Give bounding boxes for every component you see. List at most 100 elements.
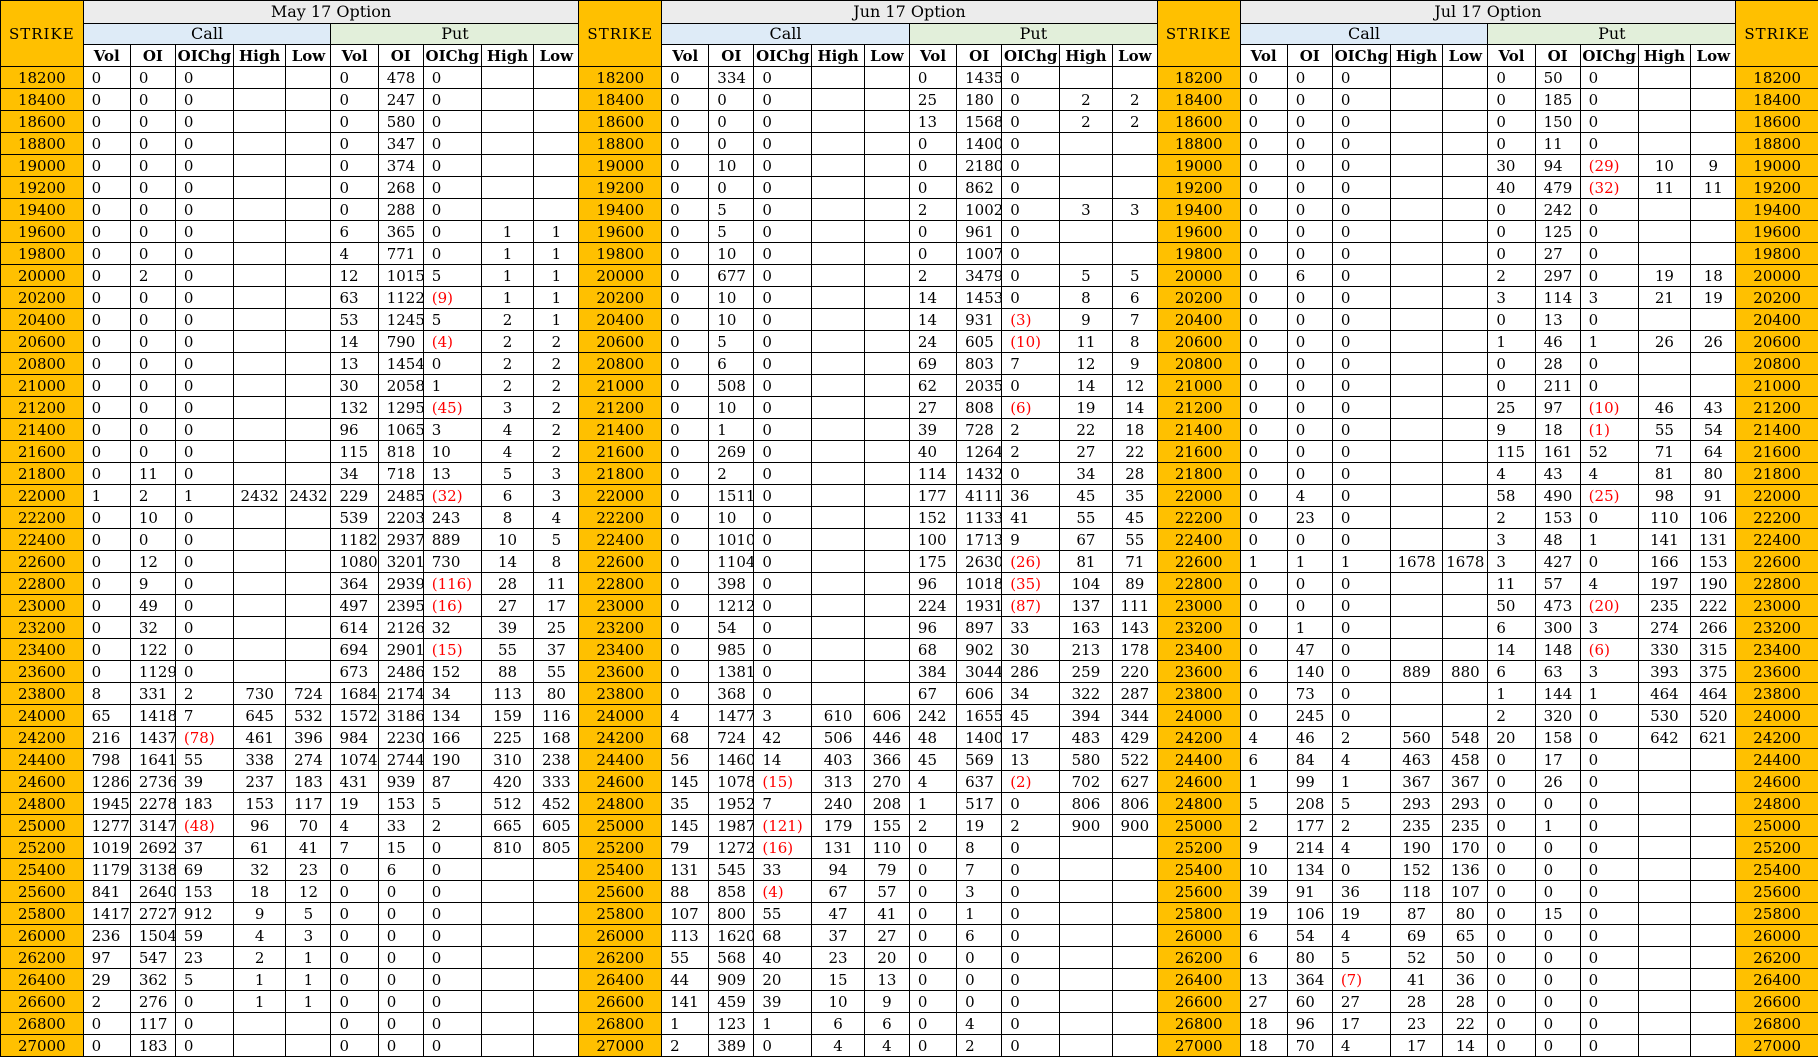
put-low-cell: 344 <box>1112 705 1157 727</box>
put-vol-cell: 96 <box>331 419 378 441</box>
call-high-cell <box>1390 67 1443 89</box>
table-body: 1820000004780182000334001435018200000050… <box>1 67 1818 1057</box>
call-low-cell: 79 <box>864 859 909 881</box>
call-oichg-cell: 0 <box>175 265 233 287</box>
put-high-cell: 163 <box>1060 617 1113 639</box>
strike-cell: 26800 <box>1157 1013 1240 1035</box>
put-low-cell: 111 <box>1112 595 1157 617</box>
put-high-cell <box>1638 991 1691 1013</box>
call-high-cell <box>233 287 286 309</box>
call-vol-cell: 0 <box>662 353 709 375</box>
table-row: 1860000005800186000001315680221860000001… <box>1 111 1818 133</box>
table-row: 2220001005392203243842220001001521133415… <box>1 507 1818 529</box>
call-oi-cell: 0 <box>1287 353 1332 375</box>
strike-cell: 23800 <box>579 683 662 705</box>
strike-cell: 25800 <box>1 903 84 925</box>
call-high-cell: 69 <box>1390 925 1443 947</box>
call-high-cell: 23 <box>1390 1013 1443 1035</box>
put-vol-cell: 14 <box>909 287 956 309</box>
put-low-cell: 2 <box>534 375 579 397</box>
put-low-cell: 55 <box>534 661 579 683</box>
put-oi-cell: 2395 <box>378 595 423 617</box>
call-low-cell <box>864 683 909 705</box>
strike-cell: 21800 <box>1736 463 1818 485</box>
call-oi-cell: 12 <box>130 551 175 573</box>
put-oi-cell: 242 <box>1535 199 1580 221</box>
call-vol-cell: 1019 <box>83 837 130 859</box>
call-low-cell <box>864 375 909 397</box>
call-oichg-cell: 0 <box>754 353 812 375</box>
call-oichg-cell: 0 <box>754 221 812 243</box>
strike-cell: 26000 <box>579 925 662 947</box>
put-oichg-cell: 30 <box>1002 639 1060 661</box>
put-high-cell: 274 <box>1638 617 1691 639</box>
call-oi-cell: 0 <box>1287 243 1332 265</box>
call-oi-cell: 5 <box>709 331 754 353</box>
put-oi-cell: 185 <box>1535 89 1580 111</box>
put-vol-cell: 0 <box>1488 881 1535 903</box>
call-high-cell <box>812 111 865 133</box>
put-oi-cell: 2174 <box>378 683 423 705</box>
call-low-cell <box>1443 89 1488 111</box>
call-high-cell <box>812 331 865 353</box>
call-vol-cell: 0 <box>83 309 130 331</box>
put-vol-cell: 0 <box>909 67 956 89</box>
put-oi-cell: 1133 <box>957 507 1002 529</box>
put-low-cell <box>1691 771 1736 793</box>
call-low-cell <box>286 309 331 331</box>
call-vol-cell: 88 <box>662 881 709 903</box>
put-oichg-cell: 0 <box>1002 177 1060 199</box>
call-high-cell: 32 <box>233 859 286 881</box>
put-oichg-cell: 0 <box>423 881 481 903</box>
put-oichg-cell: (26) <box>1002 551 1060 573</box>
put-vol-cell: 0 <box>1488 991 1535 1013</box>
strike-cell: 23600 <box>579 661 662 683</box>
call-high-cell <box>812 243 865 265</box>
call-high-cell <box>812 309 865 331</box>
call-oi-cell: 0 <box>1287 67 1332 89</box>
call-oi-cell: 0 <box>1287 331 1332 353</box>
strike-cell: 19600 <box>579 221 662 243</box>
put-high-cell <box>1638 375 1691 397</box>
strike-cell: 25000 <box>1 815 84 837</box>
call-oichg-cell: 0 <box>175 133 233 155</box>
call-low-cell: 1 <box>286 969 331 991</box>
call-vol-cell: 0 <box>1240 177 1287 199</box>
call-vol-cell: 0 <box>1240 67 1287 89</box>
put-oi-cell: 606 <box>957 683 1002 705</box>
put-oichg-cell: 3 <box>423 419 481 441</box>
call-vol-cell: 0 <box>1240 89 1287 111</box>
put-low-cell <box>534 925 579 947</box>
call-high-cell <box>1390 287 1443 309</box>
put-oi-cell: 517 <box>957 793 1002 815</box>
call-low-cell: 27 <box>864 925 909 947</box>
put-oichg-cell: 243 <box>423 507 481 529</box>
call-oi-cell: 0 <box>1287 111 1332 133</box>
put-high-cell <box>1060 67 1113 89</box>
call-low-cell <box>286 661 331 683</box>
strike-cell: 23200 <box>1 617 84 639</box>
strike-cell: 25400 <box>1736 859 1818 881</box>
table-row: 2080000013145402220800060698037129208000… <box>1 353 1818 375</box>
put-oichg-cell: 0 <box>423 969 481 991</box>
call-vol-cell: 0 <box>83 67 130 89</box>
call-oichg-cell: 55 <box>175 749 233 771</box>
call-vol-cell: 0 <box>662 485 709 507</box>
put-oichg-cell: 4 <box>1580 463 1638 485</box>
call-oi-cell: 459 <box>709 991 754 1013</box>
put-low-cell <box>1691 1013 1736 1035</box>
put-high-cell <box>1060 881 1113 903</box>
call-oi-cell: 10 <box>709 287 754 309</box>
put-oichg-cell: 2 <box>423 815 481 837</box>
put-vol-cell: 0 <box>331 859 378 881</box>
call-high-cell <box>1390 375 1443 397</box>
strike-cell: 21800 <box>579 463 662 485</box>
strike-cell: 22200 <box>579 507 662 529</box>
table-row: 2640029362511000264004490920151300026400… <box>1 969 1818 991</box>
call-low-cell: 41 <box>864 903 909 925</box>
call-oichg-cell: (121) <box>754 815 812 837</box>
table-row: 20200000631122(9)11202000100141453086202… <box>1 287 1818 309</box>
call-oi-cell: 364 <box>1287 969 1332 991</box>
table-row: 1820000004780182000334001435018200000050… <box>1 67 1818 89</box>
call-high-cell <box>233 661 286 683</box>
